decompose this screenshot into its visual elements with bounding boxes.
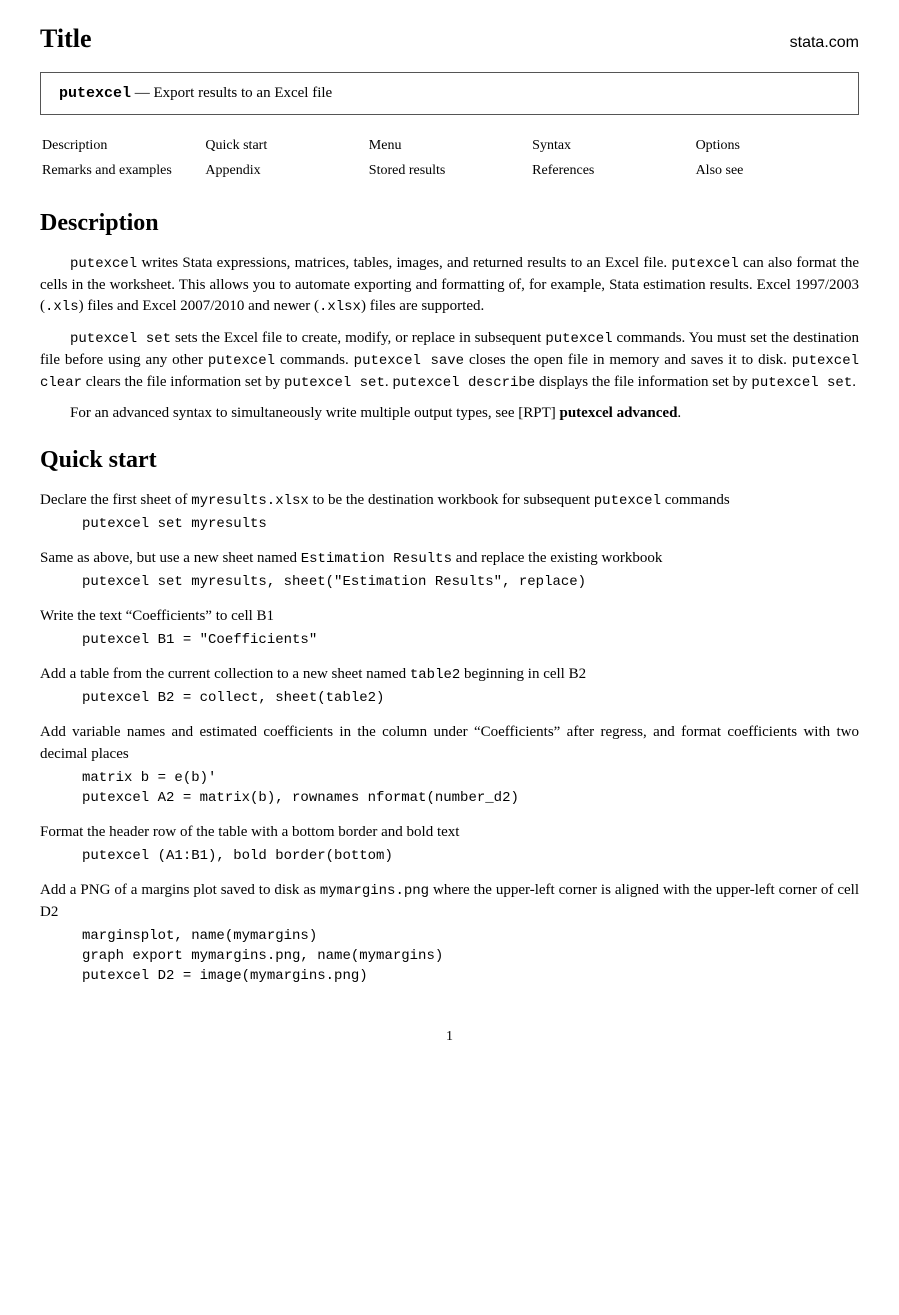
description-para2: putexcel set sets the Excel file to crea… [40,328,859,393]
qs-text-4: Add a table from the current collection … [40,664,859,686]
qs-item-5: Add variable names and estimated coeffic… [40,722,859,808]
qs-code-5: matrix b = e(b)' putexcel A2 = matrix(b)… [82,768,859,809]
qs-text-3: Write the text “Coefficients” to cell B1 [40,606,859,628]
qs-text-5: Add variable names and estimated coeffic… [40,722,859,766]
qs-item-1: Declare the first sheet of myresults.xls… [40,490,859,534]
qs-code-4: putexcel B2 = collect, sheet(table2) [82,688,859,708]
page-number: 1 [40,1027,859,1047]
qs-item-3: Write the text “Coefficients” to cell B1… [40,606,859,650]
qs-code-7: marginsplot, name(mymargins) graph expor… [82,926,859,987]
nav-options[interactable]: Options [696,138,740,153]
qs-item-7: Add a PNG of a margins plot saved to dis… [40,880,859,986]
putexcel-code-4: putexcel [208,353,275,369]
qs-code-inline-1: myresults.xlsx [191,493,309,509]
qs-code-line-1: putexcel set myresults [82,514,859,534]
page-title: Title [40,20,92,58]
description-section: Description putexcel writes Stata expres… [40,206,859,425]
qs-code-line-7b: graph export mymargins.png, name(mymargi… [82,946,859,966]
putexcel-set-code-2: putexcel set [284,375,385,391]
putexcel-set-code-3: putexcel set [751,375,852,391]
qs-item-4: Add a table from the current collection … [40,664,859,708]
qs-item-6: Format the header row of the table with … [40,822,859,866]
qs-code-inline-3: Estimation Results [301,551,452,567]
nav-alsosee[interactable]: Also see [696,163,744,178]
nav-description[interactable]: Description [42,138,107,153]
description-heading: Description [40,206,859,243]
command-description: — Export results to an Excel file [131,85,332,101]
quickstart-section: Quick start Declare the first sheet of m… [40,443,859,987]
qs-code-line-6: putexcel (A1:B1), bold border(bottom) [82,846,859,866]
putexcel-describe-code: putexcel describe [392,375,535,391]
qs-code-6: putexcel (A1:B1), bold border(bottom) [82,846,859,866]
qs-code-line-2: putexcel set myresults, sheet("Estimatio… [82,572,859,592]
nav-table: Description Quick start Menu Syntax Opti… [40,133,859,184]
putexcel-code-3: putexcel [545,331,612,347]
qs-text-2: Same as above, but use a new sheet named… [40,548,859,570]
nav-quickstart[interactable]: Quick start [205,138,267,153]
qs-code-inline-5: mymargins.png [320,883,429,899]
description-para1: putexcel writes Stata expressions, matri… [40,253,859,318]
qs-text-1: Declare the first sheet of myresults.xls… [40,490,859,512]
qs-code-line-5b: putexcel A2 = matrix(b), rownames nforma… [82,788,859,808]
qs-code-line-7a: marginsplot, name(mymargins) [82,926,859,946]
nav-syntax[interactable]: Syntax [532,138,571,153]
nav-appendix[interactable]: Appendix [205,163,260,178]
qs-code-line-4: putexcel B2 = collect, sheet(table2) [82,688,859,708]
qs-text-6: Format the header row of the table with … [40,822,859,844]
command-name: putexcel [59,85,131,102]
xls-code: .xls [45,299,79,315]
qs-code-inline-2: putexcel [594,493,661,509]
putexcel-code-2: putexcel [671,256,738,272]
xlsx-code: .xlsx [319,299,361,315]
qs-code-line-5a: matrix b = e(b)' [82,768,859,788]
qs-text-7: Add a PNG of a margins plot saved to dis… [40,880,859,924]
title-box: putexcel — Export results to an Excel fi… [40,72,859,116]
nav-references[interactable]: References [532,163,594,178]
nav-remarks[interactable]: Remarks and examples [42,163,172,178]
page-header: Title stata.com [40,20,859,58]
advanced-note: For an advanced syntax to simultaneously… [40,403,859,425]
qs-code-line-3: putexcel B1 = "Coefficients" [82,630,859,650]
qs-code-1: putexcel set myresults [82,514,859,534]
quickstart-heading: Quick start [40,443,859,480]
qs-code-2: putexcel set myresults, sheet("Estimatio… [82,572,859,592]
qs-code-inline-4: table2 [410,667,460,683]
qs-code-line-7c: putexcel D2 = image(mymargins.png) [82,966,859,986]
nav-menu[interactable]: Menu [369,138,402,153]
domain-label: stata.com [790,31,859,54]
putexcel-set-code: putexcel set [70,331,171,347]
nav-stored[interactable]: Stored results [369,163,446,178]
putexcel-code-1: putexcel [70,256,137,272]
putexcel-save-code: putexcel save [354,353,464,369]
qs-code-3: putexcel B1 = "Coefficients" [82,630,859,650]
advanced-link: putexcel advanced [560,405,678,421]
qs-item-2: Same as above, but use a new sheet named… [40,548,859,592]
